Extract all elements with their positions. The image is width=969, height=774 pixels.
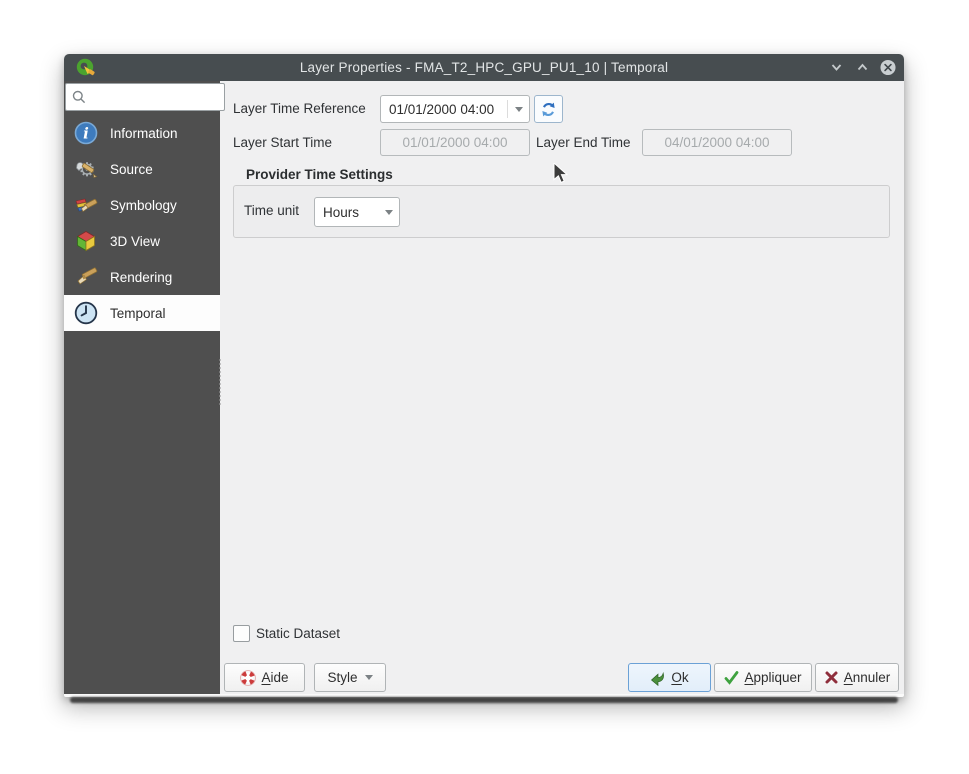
symbology-icon	[73, 192, 99, 218]
sidebar-item-label: Temporal	[110, 305, 166, 321]
ok-arrow-icon	[651, 671, 665, 686]
source-icon: ⚙	[73, 156, 99, 182]
layer-time-reference-label: Layer Time Reference	[233, 101, 366, 116]
chevron-down-icon	[364, 675, 373, 680]
time-unit-value: Hours	[323, 204, 360, 220]
sidebar-item-label: Information	[110, 125, 178, 141]
chevron-down-icon	[507, 99, 529, 119]
help-lifebuoy-icon	[240, 669, 257, 686]
check-icon	[725, 671, 739, 685]
sidebar-item-source[interactable]: ⚙ Source	[64, 151, 220, 187]
layer-start-time-value: 01/01/2000 04:00	[402, 135, 508, 150]
search-input[interactable]	[91, 89, 224, 105]
style-button[interactable]: Style	[314, 663, 386, 692]
layer-end-time-value: 04/01/2000 04:00	[664, 135, 770, 150]
mouse-cursor	[553, 163, 568, 184]
layer-start-time-field: 01/01/2000 04:00	[380, 129, 530, 156]
sidebar-item-label: Source	[110, 161, 153, 177]
clock-icon	[73, 300, 99, 326]
window-bottom-shadow	[70, 697, 898, 703]
qgis-logo-icon	[74, 57, 96, 79]
sidebar-scrollbar[interactable]	[219, 359, 221, 405]
svg-text:i: i	[83, 125, 89, 143]
ok-button[interactable]: Ok	[628, 663, 711, 692]
window-title: Layer Properties - FMA_T2_HPC_GPU_PU1_10…	[299, 60, 669, 75]
layer-time-reference-value: 01/01/2000 04:00	[389, 101, 495, 117]
close-button[interactable]	[880, 59, 896, 76]
provider-time-settings-title: Provider Time Settings	[246, 167, 393, 182]
sidebar-item-information[interactable]: i Information	[64, 115, 220, 151]
info-icon: i	[73, 120, 99, 146]
rendering-icon	[73, 264, 99, 290]
help-button[interactable]: Aide	[224, 663, 305, 692]
cancel-button[interactable]: Annuler	[815, 663, 899, 692]
time-unit-label: Time unit	[244, 203, 300, 218]
properties-sidebar: i Information ⚙ Source Symbology 3D View…	[64, 81, 225, 694]
static-dataset-checkbox[interactable]	[233, 625, 250, 642]
titlebar[interactable]: Layer Properties - FMA_T2_HPC_GPU_PU1_10…	[64, 54, 904, 81]
sidebar-item-symbology[interactable]: Symbology	[64, 187, 220, 223]
sidebar-item-temporal[interactable]: Temporal	[64, 295, 220, 331]
layer-end-time-label: Layer End Time	[536, 135, 631, 150]
provider-time-settings-group: Time unit Hours	[233, 185, 890, 238]
sidebar-search[interactable]	[65, 83, 225, 111]
sidebar-item-label: Rendering	[110, 269, 173, 285]
apply-button[interactable]: Appliquer	[714, 663, 812, 692]
shade-button[interactable]	[828, 60, 844, 76]
3d-view-icon	[73, 228, 99, 254]
layer-start-time-label: Layer Start Time	[233, 135, 333, 150]
cancel-x-icon	[825, 671, 838, 684]
sidebar-item-rendering[interactable]: Rendering	[64, 259, 220, 295]
sidebar-list: i Information ⚙ Source Symbology 3D View…	[64, 115, 220, 331]
search-icon	[72, 90, 86, 104]
sidebar-item-label: Symbology	[110, 197, 177, 213]
refresh-icon	[542, 102, 555, 116]
layer-end-time-field: 04/01/2000 04:00	[642, 129, 792, 156]
chevron-down-icon	[378, 202, 399, 222]
sidebar-item-3d-view[interactable]: 3D View	[64, 223, 220, 259]
time-unit-combobox[interactable]: Hours	[314, 197, 400, 227]
layer-properties-dialog: Layer Properties - FMA_T2_HPC_GPU_PU1_10…	[64, 54, 904, 697]
refresh-button[interactable]	[534, 95, 563, 123]
layer-time-reference-combobox[interactable]: 01/01/2000 04:00	[380, 95, 530, 123]
sidebar-item-label: 3D View	[110, 233, 161, 249]
static-dataset-label: Static Dataset	[256, 626, 341, 641]
maximize-button[interactable]	[854, 60, 870, 76]
